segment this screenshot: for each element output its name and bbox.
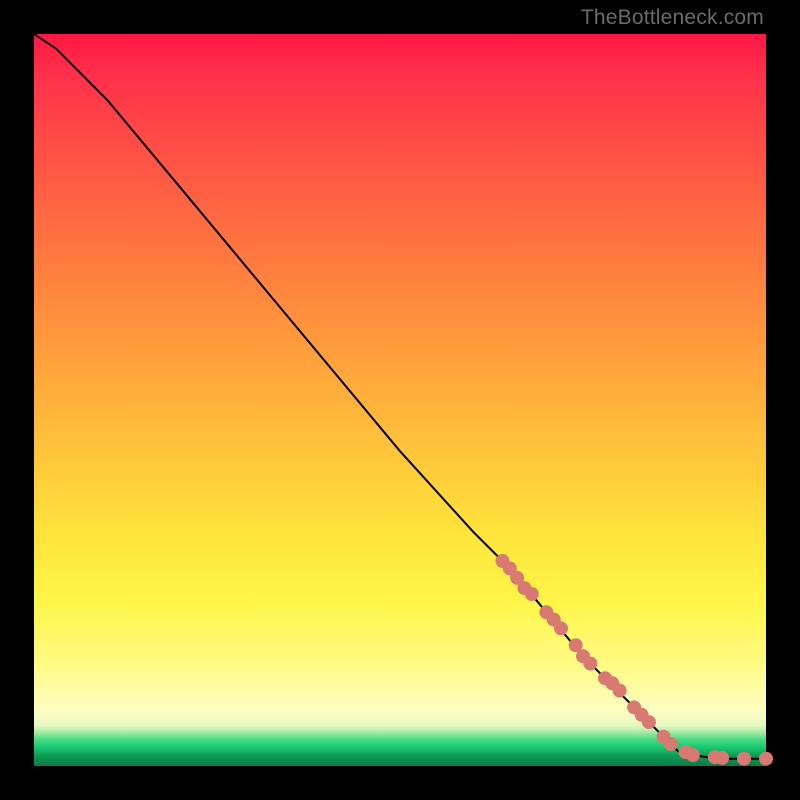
data-point [737,752,751,766]
data-point [759,752,773,766]
data-point [664,737,678,751]
watermark-text: TheBottleneck.com [581,6,764,30]
data-point [583,657,597,671]
data-point [554,621,568,635]
chart-frame: TheBottleneck.com [0,0,800,800]
data-point [525,587,539,601]
data-point [715,751,729,765]
data-points [496,554,774,766]
data-point [642,715,656,729]
data-point [686,748,700,762]
plot-area [34,34,766,766]
chart-svg [34,34,766,766]
data-point [613,684,627,698]
curve-line [34,34,766,759]
